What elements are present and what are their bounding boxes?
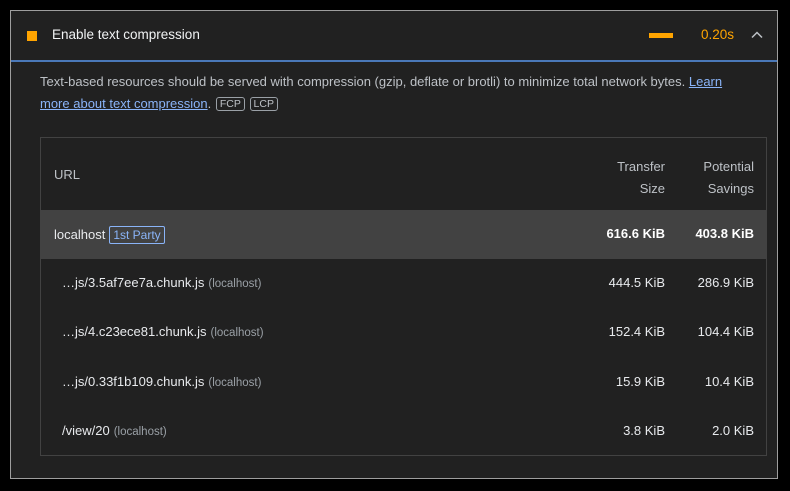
column-header-transfer-size: Transfer Size xyxy=(585,156,665,200)
transfer-size-cell: 152.4 KiB xyxy=(608,324,665,339)
savings-bar xyxy=(649,33,673,38)
url-origin: (localhost) xyxy=(208,278,262,290)
group-savings: 403.8 KiB xyxy=(695,226,754,241)
audit-header[interactable]: Enable text compression 0.20s xyxy=(11,11,777,62)
column-header-potential-savings: Potential Savings xyxy=(674,156,754,200)
column-header-transfer-size-line2: Size xyxy=(639,181,665,196)
table-header: URL Transfer Size Potential Savings xyxy=(41,138,766,210)
metric-badge-fcp: FCP xyxy=(215,97,245,111)
group-transfer-size: 616.6 KiB xyxy=(606,226,665,241)
table-row: …js/3.5af7ee7a.chunk.js (localhost) 444.5… xyxy=(41,259,766,308)
url-text[interactable]: …js/3.5af7ee7a.chunk.js xyxy=(62,275,204,290)
audit-title: Enable text compression xyxy=(52,27,200,42)
transfer-size-cell: 444.5 KiB xyxy=(608,275,665,290)
table-row: …js/0.33f1b109.chunk.js (localhost) 15.9 … xyxy=(41,358,766,407)
table-row: /view/20 (localhost) 3.8 KiB 2.0 KiB xyxy=(41,407,766,456)
audit-panel: Enable text compression 0.20s Text-based… xyxy=(10,10,778,479)
table-group-row: localhost 1st Party 616.6 KiB 403.8 KiB xyxy=(41,210,766,259)
audit-description: Text-based resources should be served wi… xyxy=(40,71,755,115)
url-cell: …js/0.33f1b109.chunk.js (localhost) xyxy=(62,374,261,389)
savings-cell: 10.4 KiB xyxy=(704,374,754,389)
column-header-savings-line2: Savings xyxy=(707,181,754,196)
group-entity-name: localhost xyxy=(54,227,106,242)
url-text[interactable]: …js/0.33f1b109.chunk.js xyxy=(62,374,204,389)
group-entity-cell: localhost 1st Party xyxy=(54,226,165,244)
savings-cell: 286.9 KiB xyxy=(697,275,754,290)
column-header-transfer-size-line1: Transfer xyxy=(617,159,665,174)
savings-value: 0.20s xyxy=(701,27,735,42)
url-text[interactable]: /view/20 xyxy=(62,423,110,438)
warning-status-icon xyxy=(27,31,37,41)
transfer-size-cell: 3.8 KiB xyxy=(623,423,665,438)
description-text: Text-based resources should be served wi… xyxy=(40,74,689,89)
column-header-url: URL xyxy=(54,167,81,182)
url-cell: …js/3.5af7ee7a.chunk.js (localhost) xyxy=(62,275,261,290)
table-row: …js/4.c23ece81.chunk.js (localhost) 152.4… xyxy=(41,308,766,357)
savings-cell: 2.0 KiB xyxy=(712,423,754,438)
url-text[interactable]: …js/4.c23ece81.chunk.js xyxy=(62,324,207,339)
url-origin: (localhost) xyxy=(208,377,262,389)
url-cell: /view/20 (localhost) xyxy=(62,423,167,438)
chevron-up-icon[interactable] xyxy=(750,28,764,42)
url-origin: (localhost) xyxy=(113,426,167,438)
details-table: URL Transfer Size Potential Savings loca… xyxy=(40,137,767,456)
column-header-savings-line1: Potential xyxy=(703,159,754,174)
metric-badge-lcp: LCP xyxy=(249,97,278,111)
transfer-size-cell: 15.9 KiB xyxy=(615,374,665,389)
url-origin: (localhost) xyxy=(210,327,264,339)
description-end: . xyxy=(207,96,212,111)
url-cell: …js/4.c23ece81.chunk.js (localhost) xyxy=(62,324,264,339)
first-party-badge: 1st Party xyxy=(109,226,165,244)
savings-cell: 104.4 KiB xyxy=(697,324,754,339)
